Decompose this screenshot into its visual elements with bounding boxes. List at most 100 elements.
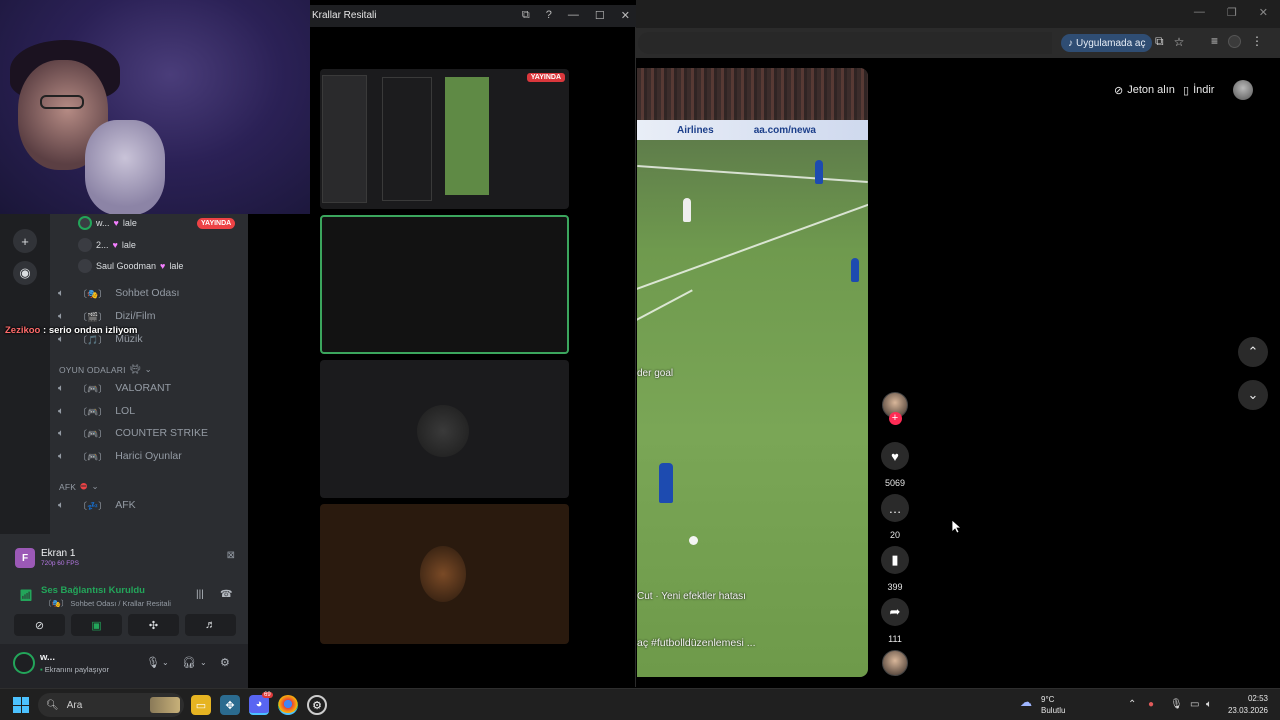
voice-channel[interactable]: 🔈︎ 〔🎮〕 Harici Oyunlar — [58, 447, 182, 465]
chevron-down-icon[interactable]: ⌄ — [162, 658, 169, 667]
explore-compass-icon[interactable]: ◉ — [13, 261, 37, 285]
stream-tile-participant[interactable] — [320, 360, 569, 498]
chevron-down-icon: ⌄ — [91, 481, 99, 491]
translate-icon[interactable]: ⧉ — [1155, 34, 1164, 49]
stream-tile-participant[interactable] — [320, 504, 569, 644]
stream-tile-selected[interactable] — [320, 215, 569, 354]
kebab-menu-icon[interactable]: ⋮ — [1251, 34, 1263, 48]
popout-icon[interactable]: ⧉ — [522, 9, 530, 22]
desktop: — ❐ ✕ ♪ Uygulamada aç ⧉ ☆ ≡ ⋮ ⊘ Jeton al… — [0, 0, 1280, 720]
tray-microphone-icon[interactable]: 🎙︎ — [1170, 699, 1183, 710]
file-explorer-icon[interactable]: ▭ — [191, 695, 211, 715]
share-action[interactable]: ➦ 111 — [880, 598, 910, 644]
voice-member[interactable]: w... ♥ lale — [78, 216, 137, 230]
chrome-app-icon[interactable] — [278, 695, 298, 715]
bookmark-icon[interactable]: ▮ — [881, 546, 909, 574]
voice-channel[interactable]: 🔈︎ 〔🎮〕 LOL — [58, 402, 135, 420]
activities-button[interactable]: ✣ — [128, 614, 179, 636]
category-header[interactable]: AFK ⛔︎ ⌄ — [59, 481, 99, 492]
discord-app-icon[interactable]: ◕ — [249, 695, 269, 715]
search-icon: 🔍︎ — [46, 699, 59, 711]
save-action[interactable]: ▮ 399 — [880, 546, 910, 592]
tray-app-icon[interactable]: ● — [1148, 699, 1154, 710]
close-icon[interactable]: ✕ — [621, 9, 630, 22]
stream-tile-screen-share[interactable]: YAYINDA — [320, 69, 569, 209]
comment-action[interactable]: … 20 — [880, 494, 910, 540]
follow-plus-icon[interactable]: + — [888, 412, 902, 425]
tray-volume-icon[interactable]: 🔈︎ — [1206, 699, 1212, 710]
chat-overlay-message: Zezikoo : serio ondan izliyom — [5, 325, 138, 336]
stop-share-icon[interactable]: ⊠ — [227, 550, 235, 561]
minimize-icon[interactable]: — — [568, 9, 579, 22]
user-avatar[interactable] — [13, 652, 35, 674]
screen-share-button[interactable]: ▣ — [71, 614, 122, 636]
headphones-icon[interactable]: 🎧︎ — [182, 656, 196, 669]
taskbar-search[interactable]: 🔍︎ Ara — [38, 693, 184, 717]
noise-suppression-icon[interactable]: ||| — [196, 589, 204, 600]
voice-channel[interactable]: 🔈︎ 〔🎮〕 VALORANT — [58, 379, 171, 397]
browser-titlebar: — ❐ ✕ — [636, 0, 1280, 28]
chevron-down-icon[interactable]: ⌄ — [1238, 380, 1268, 410]
stream-preview-pitch — [445, 77, 489, 195]
heart-icon: ♥ — [160, 261, 166, 271]
soundboard-icon: ♬ — [205, 619, 216, 631]
voice-channel[interactable]: 🔈︎ 〔🎬〕 Dizi/Film — [58, 307, 155, 325]
voice-channel[interactable]: 🔈︎ 〔💤〕 AFK — [58, 496, 136, 514]
creator-avatar-group[interactable]: + — [880, 392, 910, 425]
settings-app-icon[interactable]: ⚙ — [307, 695, 327, 715]
chevron-down-icon[interactable]: ⌄ — [200, 658, 207, 667]
sound-disc[interactable] — [880, 650, 910, 676]
viewer-title: Krallar Resitali — [312, 10, 377, 21]
tray-chevron-up-icon[interactable]: ⌃ — [1128, 699, 1136, 710]
chevron-up-icon[interactable]: ⌃ — [1238, 337, 1268, 367]
taskbar-clock[interactable]: 02:53 23.03.2026 — [1228, 693, 1268, 717]
chevron-down-icon: ⌄ — [144, 364, 152, 374]
share-icon[interactable]: ➦ — [881, 598, 909, 626]
address-bar[interactable] — [638, 32, 1052, 54]
sound-caption: Cut · Yeni efektler hatası — [637, 591, 746, 602]
heart-icon[interactable]: ♥ — [881, 442, 909, 470]
tiktok-video[interactable]: Airlines aa.com/newa der goal Cut · Yeni… — [637, 68, 868, 677]
get-coins-button[interactable]: ⊘ Jeton alın — [1114, 80, 1175, 100]
maximize-icon[interactable]: ❐ — [1227, 6, 1237, 19]
close-icon[interactable]: ✕ — [1259, 6, 1268, 19]
video-description: aç #futbolldüzenlemesi ... — [637, 637, 756, 649]
player — [851, 258, 859, 282]
toolbar-right-icons: ≡ ⋮ — [1211, 34, 1263, 48]
download-button[interactable]: ▯ İndir — [1183, 80, 1214, 100]
speaker-icon: 🔈︎ — [58, 310, 64, 322]
bookmark-star-icon[interactable]: ☆ — [1174, 35, 1185, 49]
user-status: ▪ Ekranını paylaşıyor — [40, 665, 109, 674]
help-icon[interactable]: ? — [546, 9, 552, 22]
coin-icon: ⊘ — [1114, 84, 1124, 97]
tiktok-profile-avatar[interactable] — [1233, 80, 1253, 100]
add-server-icon[interactable]: + — [13, 229, 37, 253]
screen-share-panel[interactable]: F Ekran 1 720p 60 FPS ⊠ — [9, 542, 245, 574]
voice-member[interactable]: Saul Goodman ♥ lale — [78, 259, 183, 273]
camera-off-button[interactable]: ⊘ — [14, 614, 65, 636]
category-header[interactable]: OYUN ODALARI 👾︎ ⌄ — [59, 364, 152, 375]
music-disc-icon[interactable] — [882, 650, 908, 676]
microphone-icon[interactable]: 🎙︎ — [146, 656, 160, 669]
like-action[interactable]: ♥ 5069 — [880, 442, 910, 488]
soundboard-button[interactable]: ♬ — [185, 614, 236, 636]
video-caption: der goal — [637, 368, 674, 379]
speaker-icon: 🔈︎ — [58, 427, 64, 439]
app-gear-icon[interactable]: ✥ — [220, 695, 240, 715]
minimize-icon[interactable]: — — [1194, 6, 1205, 19]
viewer-titlebar: Krallar Resitali ⧉ ? — ☐ ✕ — [310, 5, 636, 27]
comment-icon[interactable]: … — [881, 494, 909, 522]
maximize-icon[interactable]: ☐ — [595, 9, 605, 22]
reading-list-icon[interactable]: ≡ — [1211, 34, 1218, 48]
voice-channel[interactable]: 🔈︎ 〔🎮〕 COUNTER STRIKE — [58, 424, 208, 442]
windows-start-icon[interactable] — [13, 697, 29, 713]
pitch-line — [637, 164, 868, 184]
voice-member[interactable]: 2... ♥ lale — [78, 238, 136, 252]
open-in-app-button[interactable]: ♪ Uygulamada aç — [1061, 34, 1153, 52]
voice-channel[interactable]: 🔈︎ 〔🎭〕 Sohbet Odası — [58, 284, 179, 302]
disconnect-icon[interactable]: ☎︎ — [220, 589, 232, 600]
speaker-icon: 🔈︎ — [58, 499, 64, 511]
settings-gear-icon[interactable]: ⚙ — [220, 656, 230, 669]
profile-avatar[interactable] — [1228, 34, 1242, 48]
tray-network-icon[interactable]: ▭ — [1190, 699, 1199, 710]
